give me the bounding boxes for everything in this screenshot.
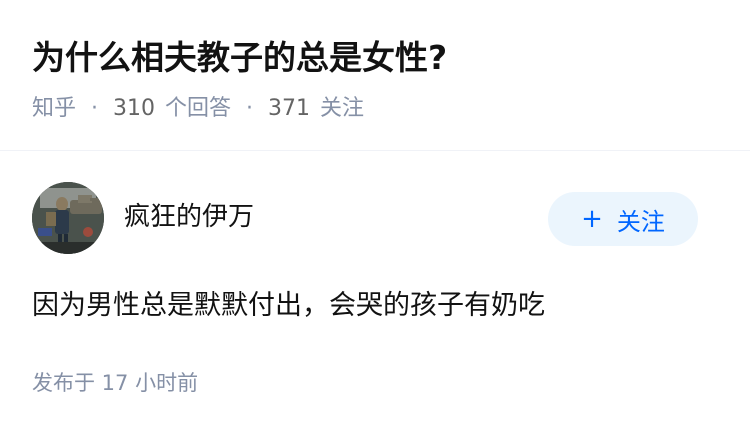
answer-page: 为什么相夫教子的总是女性? 知乎 · 310 个回答 · 371 关注 疯狂的伊…	[0, 0, 750, 434]
answer-count-label[interactable]: 个回答	[165, 94, 231, 124]
follower-count-label: 关注	[320, 96, 365, 121]
source-label[interactable]: 知乎	[32, 94, 76, 124]
follow-button-label: 关注	[616, 207, 665, 236]
question-title[interactable]: 为什么相夫教子的总是女性?	[32, 36, 447, 80]
plus-icon: +	[581, 204, 603, 234]
author-avatar[interactable]	[32, 182, 104, 254]
avatar-image	[32, 182, 104, 254]
meta-separator: ·	[91, 96, 99, 121]
answer-content[interactable]: 因为男性总是默默付出，会哭的孩子有奶吃	[32, 288, 545, 324]
meta-separator: ·	[246, 96, 254, 121]
author-name[interactable]: 疯狂的伊万	[124, 200, 254, 234]
author-row: 疯狂的伊万 + 关注	[32, 182, 700, 258]
follow-button[interactable]: + 关注	[548, 192, 698, 246]
publish-time: 发布于 17 小时前	[32, 371, 199, 395]
section-divider	[0, 150, 750, 151]
follower-count: 371	[268, 96, 311, 121]
question-meta: 知乎 · 310 个回答 · 371 关注	[32, 94, 364, 124]
answer-count: 310	[113, 96, 156, 121]
